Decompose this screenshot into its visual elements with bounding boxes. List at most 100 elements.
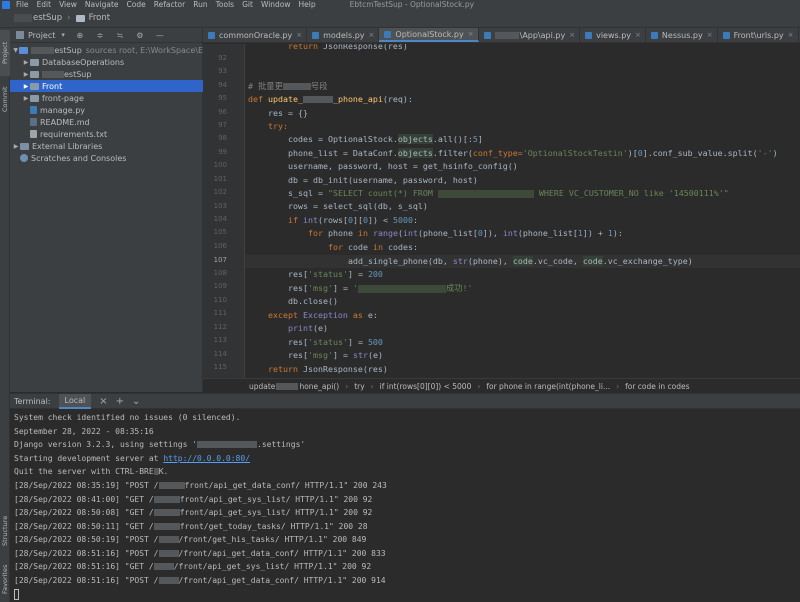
menu-view[interactable]: View [55,0,81,9]
terminal-line: Django version 3.2.3, using settings ' .s… [14,438,305,452]
tab-app-api[interactable]: \App\api.py × [479,28,581,42]
code-token: .all()[: [432,134,473,144]
favorites-tool-tab[interactable]: Favorites [0,558,10,600]
terminal-line: [28/Sep/2022 08:51:16] "GET / /front/api_… [14,560,371,574]
menu-tools[interactable]: Tools [212,0,238,9]
gear-icon[interactable]: ⚙ [135,31,145,40]
terminal-text: [28/Sep/2022 08:35:19] "POST / [14,481,159,490]
locate-icon[interactable]: ⊕ [75,31,85,40]
code-line: for code in codes: [245,241,800,254]
tree-item-estsup[interactable]: ▶ estSup [10,68,203,80]
tree-item-databaseoperations[interactable]: ▶ DatabaseOperations [10,56,203,68]
close-icon[interactable]: × [635,31,641,39]
tab-front-urls[interactable]: Front\urls.py × [718,28,799,42]
code-line: try: [245,120,800,133]
server-url-link[interactable]: http://0.0.0.0:80/ [163,454,250,463]
code-line: def update_ _phone_api(req): [245,93,800,106]
code-line: db.close() [245,295,800,308]
chevron-down-icon[interactable]: ▾ [61,31,65,39]
menu-navigate[interactable]: Navigate [81,0,123,9]
tab-models[interactable]: models.py × [307,28,380,42]
crumb-function-tail[interactable]: hone_api() [299,382,339,391]
close-icon[interactable]: × [369,31,375,39]
chevron-down-icon[interactable]: ▼ [12,47,19,54]
tree-root[interactable]: ▼ estSup sources root, E:\WorkSpace\E [10,44,203,56]
add-tab-icon[interactable]: + [116,396,124,407]
code-line: if int(rows[0][0]) < 5000: [245,214,800,227]
window-title: EbtcmTestSup - OptionalStock.py [349,0,475,9]
project-panel-title[interactable]: Project [28,31,55,40]
code-token: ] = [347,337,368,347]
tree-item-front[interactable]: ▶ Front [10,80,203,92]
close-icon[interactable]: × [99,396,107,407]
crumb-for-phone[interactable]: for phone in range(int(phone_li... [486,382,610,391]
code-token: ] = [332,283,353,293]
line-number: 93 [218,67,227,75]
menu-git[interactable]: Git [238,0,257,9]
chevron-right-icon[interactable]: ▶ [22,59,30,66]
code-token: .vc_exchange_type) [602,256,693,266]
close-icon[interactable]: × [788,31,794,39]
line-number: 94 [218,81,227,89]
menu-window[interactable]: Window [257,0,295,9]
chevron-right-icon[interactable]: ▶ [22,83,30,90]
code-builtin: int [303,215,318,225]
crumb-if[interactable]: if int(rows[0][0]) < 5000 [380,382,472,391]
collapse-all-icon[interactable]: ≑ [95,31,105,40]
menu-code[interactable]: Code [123,0,150,9]
close-icon[interactable]: × [468,30,474,38]
code-token: res[ [288,337,308,347]
crumb-function[interactable]: update [249,382,275,391]
terminal-panel[interactable]: Terminal: Local × + ⌄ System check ident… [10,393,800,602]
project-tool-tab[interactable]: Project [0,30,10,76]
terminal-tab-local[interactable]: Local [58,393,92,409]
code-editor[interactable]: return JsonResponse(res) # 批量更 号段 def upd… [245,44,800,378]
code-line: rows = select_sql(db, s_sql) [245,200,800,213]
code-token: e: [367,310,378,320]
crumb-for-code[interactable]: for code in codes [625,382,689,391]
close-icon[interactable]: × [296,31,302,39]
terminal-text: .settings' [257,440,306,449]
code-token: res = {} [268,108,308,118]
structure-tool-tab[interactable]: Structure [0,508,10,554]
commit-tool-tab[interactable]: Commit [0,80,10,118]
folder-icon [19,46,28,54]
menu-help[interactable]: Help [295,0,320,9]
code-line: username, password, host = get_hsinfo_co… [245,160,800,173]
line-number: 104 [213,215,227,223]
code-string: 'status' [307,337,348,347]
close-icon[interactable]: × [569,31,575,39]
nav-folder-name[interactable]: Front [89,13,111,23]
tab-views[interactable]: views.py × [580,28,646,42]
chevron-right-icon[interactable]: ▶ [12,143,20,150]
minimize-icon[interactable]: — [155,31,165,40]
terminal-text: [28/Sep/2022 08:41:00] "GET / [14,495,154,504]
tree-item-readme[interactable]: README.md [10,116,203,128]
crumb-try[interactable]: try [354,382,364,391]
code-token: for [308,228,328,238]
chevron-right-icon[interactable]: ▶ [22,95,30,102]
expand-all-icon[interactable]: ≒ [115,31,125,40]
tab-nessus[interactable]: Nessus.py × [646,28,718,42]
close-icon[interactable]: × [707,31,713,39]
nav-project-name[interactable]: estSup [33,13,62,23]
code-string: 'msg' [307,350,333,360]
tree-item-front-page[interactable]: ▶ front-page [10,92,203,104]
menu-edit[interactable]: Edit [33,0,56,9]
menu-run[interactable]: Run [189,0,211,9]
tree-item-scratches[interactable]: Scratches and Consoles [10,152,203,164]
tab-optionalstock[interactable]: OptionalStock.py × [379,28,479,42]
tree-item-manage-py[interactable]: manage.py [10,104,203,116]
tab-commonoracle[interactable]: commonOracle.py × [203,28,308,42]
menu-refactor[interactable]: Refactor [150,0,189,9]
chevron-right-icon: › [477,381,481,391]
tree-item-external-libraries[interactable]: ▶ External Libraries [10,140,203,152]
redacted-block [437,189,534,198]
menu-file[interactable]: File [12,0,33,9]
code-line: s_sql = "SELECT count(*) FROM WHERE VC_C… [245,187,800,200]
chevron-right-icon[interactable]: ▶ [22,71,30,78]
terminal-text: Quit the server with CTRL-BRE [14,467,154,476]
tree-item-requirements[interactable]: requirements.txt [10,128,203,140]
code-token: return [288,44,323,51]
chevron-down-icon[interactable]: ⌄ [132,396,140,407]
